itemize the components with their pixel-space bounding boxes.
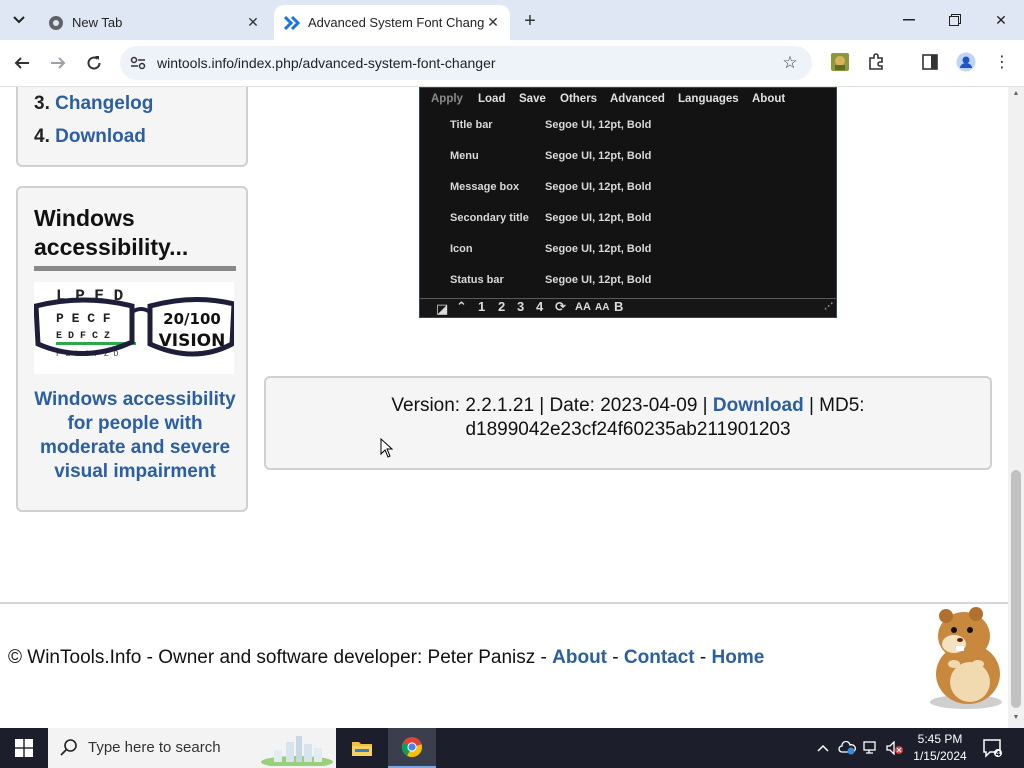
windows-taskbar: Type here to search 5:45 PM 1/15/2024 4 [0,728,1024,768]
network-icon[interactable] [860,728,882,768]
app-menu-bar: Apply Load Save Others Advanced Language… [420,90,836,110]
font-row: Menu Segoe UI, 12pt, Bold [450,150,652,162]
close-icon[interactable]: ✕ [244,14,262,32]
chrome-icon [48,15,64,31]
tray-overflow-chevron-icon[interactable] [812,728,834,768]
svg-text:VISION: VISION [159,331,226,351]
svg-text:4: 4 [996,750,1001,758]
extensions-puzzle-icon[interactable] [864,50,888,74]
reload-icon[interactable] [80,49,108,77]
chrome-taskbar-icon[interactable] [388,728,436,768]
minimize-icon[interactable] [886,0,932,40]
profile-icon[interactable] [954,50,978,74]
app-bottom-bar: ◪ ⌃ 1 2 3 4 ⟳ AA AA B ⋰ [420,298,836,317]
tab-new-tab[interactable]: New Tab ✕ [38,5,270,40]
contact-link[interactable]: Contact [624,647,695,668]
scrollbar-thumb[interactable] [1011,470,1021,708]
extension-avatar-icon[interactable] [828,50,852,74]
menu-languages: Languages [678,93,739,105]
clock-time: 5:45 PM [917,732,963,746]
toc-item-changelog: 3. Changelog [34,93,154,114]
tab-title: Advanced System Font Changer [308,15,484,30]
search-highlight-illustration-icon [261,736,333,766]
mouse-cursor-icon [380,437,394,458]
close-window-icon[interactable]: ✕ [978,0,1024,40]
refresh-icon: ⟳ [555,299,566,314]
font-row: Icon Segoe UI, 12pt, Bold [450,243,652,255]
notification-icon[interactable]: 4 [982,738,1002,758]
footer-divider [0,602,1008,604]
system-clock[interactable]: 5:45 PM 1/15/2024 [905,731,975,765]
version-line: Version: 2.2.1.21 | Date: 2023-04-09 | D… [391,395,865,416]
double-up-icon: ⌃ [456,299,467,314]
app-screenshot: Apply Load Save Others Advanced Language… [419,87,837,318]
page-footer: © WinTools.Info - Owner and software dev… [8,647,765,668]
md5-hash: d1899042e23cf24f60235ab211901203 [465,419,791,440]
side-panel-icon[interactable] [918,50,942,74]
search-icon [60,738,78,761]
tab-strip: New Tab ✕ Advanced System Font Changer ✕… [0,0,1024,40]
restore-icon[interactable] [932,0,978,40]
svg-text:P E C F: P E C F [56,311,111,326]
about-link[interactable]: About [552,647,607,668]
tab-title: New Tab [72,15,123,30]
search-placeholder: Type here to search [88,739,221,756]
download-nav-link[interactable]: Download [55,126,146,147]
changelog-link[interactable]: Changelog [55,93,153,114]
back-arrow-icon[interactable] [8,49,36,77]
contrast-icon: ◪ [436,301,449,316]
file-explorer-icon[interactable] [338,728,386,768]
close-icon[interactable]: ✕ [484,14,502,32]
menu-save: Save [519,93,546,105]
tab-advanced-font-changer[interactable]: Advanced System Font Changer ✕ [274,5,510,40]
address-bar[interactable]: wintools.info/index.php/advanced-system-… [120,46,812,80]
divider [34,266,236,271]
start-button[interactable] [0,728,48,768]
scroll-down-arrow-icon[interactable]: ▼ [1011,714,1021,722]
clock-date: 1/15/2024 [913,749,967,763]
menu-advanced: Advanced [610,93,665,105]
wintools-favicon-icon [284,15,300,31]
toc-box: 3. Changelog 4. Download [16,87,248,167]
font-row: Message box Segoe UI, 12pt, Bold [450,181,652,193]
svg-text:E D F C Z: E D F C Z [56,331,110,342]
promo-link[interactable]: Windows accessibility for people with mo… [32,388,238,484]
web-page: 3. Changelog 4. Download Windows accessi… [0,87,1008,728]
promo-heading: Windows accessibility... [34,205,189,260]
glasses-eye-chart-image[interactable]: L P E D P E C F E D F C Z F E L O P Z D … [33,282,237,374]
font-row: Secondary title Segoe UI, 12pt, Bold [450,212,652,224]
tab-search-button[interactable] [6,7,32,33]
chevron-down-icon [13,16,25,24]
menu-about: About [752,93,786,105]
volume-muted-icon[interactable] [884,728,906,768]
bookmark-star-icon[interactable]: ☆ [780,53,800,73]
svg-text:20/100: 20/100 [163,310,221,328]
onedrive-cloud-icon[interactable] [836,728,858,768]
home-link[interactable]: Home [712,647,765,668]
new-tab-plus-icon[interactable]: + [518,9,542,33]
site-info-icon[interactable] [128,53,148,73]
accessibility-promo: Windows accessibility... L P E D P E C F… [16,186,248,512]
browser-toolbar: wintools.info/index.php/advanced-system-… [0,40,1024,87]
url-text[interactable]: wintools.info/index.php/advanced-system-… [157,46,496,80]
font-row: Title bar Segoe UI, 12pt, Bold [450,119,652,131]
menu-apply: Apply [431,93,463,105]
toc-item-download: 4. Download [34,126,146,147]
font-row: Status bar Segoe UI, 12pt, Bold [450,274,652,286]
menu-load: Load [478,93,506,105]
forward-arrow-icon[interactable] [44,49,72,77]
taskbar-search[interactable]: Type here to search [48,728,336,768]
scroll-up-arrow-icon[interactable]: ▲ [1011,90,1021,98]
resize-grip-icon: ⋰ [824,301,833,311]
menu-others: Others [560,93,598,105]
windows-logo-icon [15,739,33,757]
hamster-mascot-image [918,602,1008,712]
version-info-box: Version: 2.2.1.21 | Date: 2023-04-09 | D… [264,376,992,470]
menu-dots-icon[interactable]: ⋮ [990,50,1014,74]
download-link[interactable]: Download [713,395,804,416]
